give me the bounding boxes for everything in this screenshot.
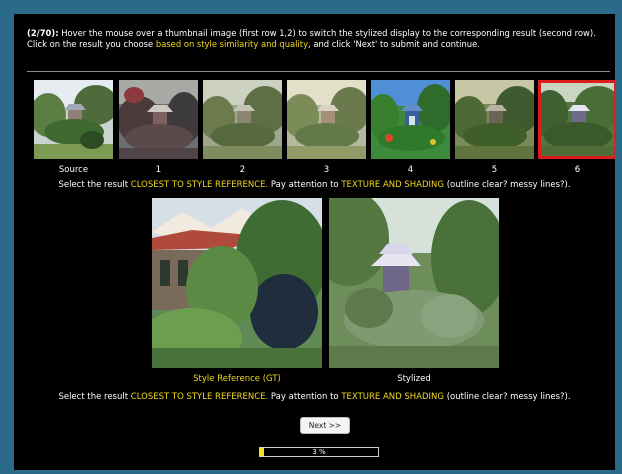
thumbnail-source[interactable] [34, 80, 113, 159]
thumbnail-label-1: 1 [155, 165, 162, 175]
divider [27, 71, 610, 72]
instruction-highlight: based on style similarity and quality [155, 38, 309, 49]
thumbnail-label-5: 5 [491, 165, 498, 175]
thumbnail-label-3: 3 [323, 165, 330, 175]
result-1-image [119, 80, 198, 159]
thumbnail-label-2: 2 [239, 165, 246, 175]
stylized-image [329, 198, 499, 368]
style-reference-label: Style Reference (GT) [193, 374, 281, 384]
progress-bar: 3 % [259, 447, 379, 457]
prompt-highlight-texture: TEXTURE AND SHADING [341, 180, 444, 190]
thumbnail-label-6: 6 [574, 165, 581, 175]
thumbnail-result-4[interactable] [371, 80, 450, 159]
select-prompt-bottom: Select the result CLOSEST TO STYLE REFER… [14, 392, 615, 402]
result-5-image [455, 80, 534, 159]
prompt-highlight-texture-2: TEXTURE AND SHADING [341, 392, 444, 402]
instruction-line-2-prefix: Click on the result you choose [27, 38, 156, 49]
result-4-image [371, 80, 450, 159]
thumbnail-result-2[interactable] [203, 80, 282, 159]
style-reference-image [152, 198, 322, 368]
source-image [34, 80, 113, 159]
prompt-suffix: (outline clear? messy lines?). [444, 180, 571, 190]
prompt-highlight-style: CLOSEST TO STYLE REFERENCE. [130, 180, 269, 190]
instruction-line-2-suffix: , and click 'Next' to submit and continu… [308, 38, 480, 49]
thumbnail-label-4: 4 [407, 165, 414, 175]
thumbnail-result-3[interactable] [287, 80, 366, 159]
stylized-label: Stylized [397, 374, 431, 384]
result-2-image [203, 80, 282, 159]
prompt-mid: Pay attention to [268, 180, 342, 190]
progress-counter: (2/70): [27, 28, 59, 38]
survey-panel: (2/70): Hover the mouse over a thumbnail… [14, 14, 615, 470]
result-3-image [287, 80, 366, 159]
prompt-prefix: Select the result [58, 180, 131, 190]
prompt-mid-2: Pay attention to [268, 392, 342, 402]
result-6-image [538, 80, 615, 159]
progress-text: 3 % [312, 448, 326, 456]
prompt-highlight-style-2: CLOSEST TO STYLE REFERENCE. [130, 392, 269, 402]
prompt-suffix-2: (outline clear? messy lines?). [444, 392, 571, 402]
next-button[interactable]: Next >> [300, 417, 350, 434]
select-prompt-top: Select the result CLOSEST TO STYLE REFER… [14, 180, 615, 190]
prompt-prefix-2: Select the result [58, 392, 131, 402]
thumbnail-result-1[interactable] [119, 80, 198, 159]
thumbnail-result-5[interactable] [455, 80, 534, 159]
thumbnail-label-source: Source [58, 165, 89, 175]
instruction-line-1: Hover the mouse over a thumbnail image (… [61, 28, 596, 38]
thumbnail-result-6[interactable] [538, 80, 615, 159]
instructions: (2/70): Hover the mouse over a thumbnail… [27, 28, 605, 49]
